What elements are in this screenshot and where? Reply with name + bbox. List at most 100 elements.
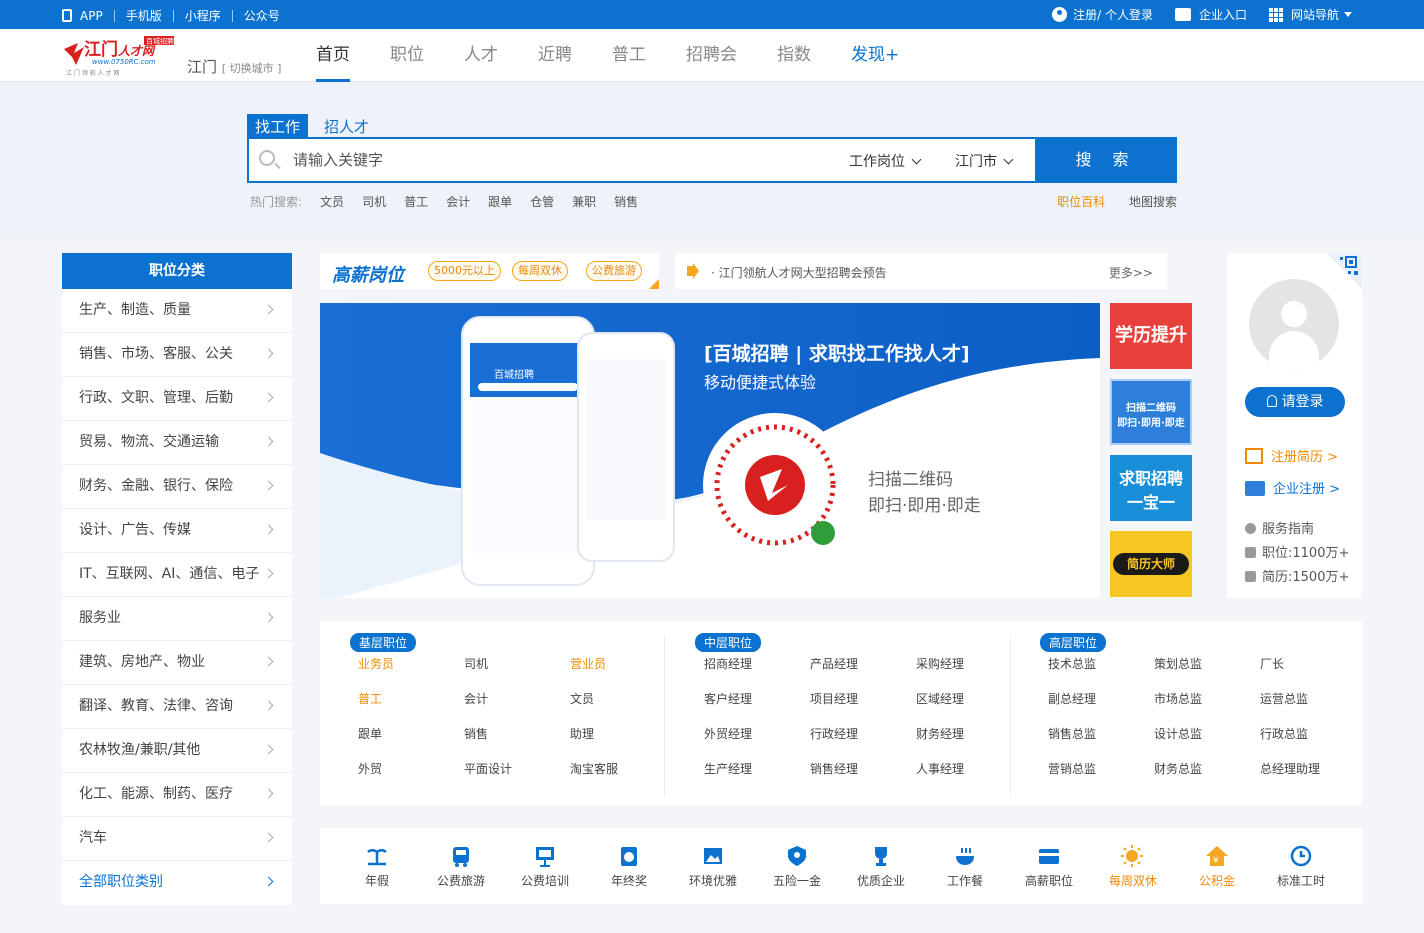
high-salary-logo[interactable]: 高薪岗位 — [332, 261, 404, 287]
job-level-link[interactable]: 行政经理 — [810, 725, 916, 743]
service-guide-link[interactable]: 服务指南 — [1245, 518, 1314, 537]
hot-word[interactable]: 普工 — [404, 193, 428, 210]
job-level-link[interactable]: 财务经理 — [916, 725, 1022, 743]
category-item[interactable]: 行政、文职、管理、后勤 — [62, 377, 292, 421]
nav-recent[interactable]: 近聘 — [518, 29, 592, 82]
job-level-link[interactable]: 设计总监 — [1154, 725, 1260, 743]
benefit-beach[interactable]: 年假 — [335, 844, 419, 889]
job-level-link[interactable]: 平面设计 — [464, 760, 570, 778]
benefit-shield[interactable]: 五险一金 — [755, 844, 839, 889]
category-item[interactable]: 翻译、教育、法律、咨询 — [62, 685, 292, 729]
app-banner[interactable]: 百城招聘 [百城招聘 | 求职找工作找人才] 移动便捷式体验 扫描二维码 即扫·… — [320, 303, 1100, 598]
nav-talents[interactable]: 人才 — [444, 29, 518, 82]
notice-text[interactable]: · 江门领航人才网大型招聘会预告 — [711, 264, 887, 281]
hot-word[interactable]: 跟单 — [488, 193, 512, 210]
job-level-link[interactable]: 项目经理 — [810, 690, 916, 708]
job-level-link[interactable]: 人事经理 — [916, 760, 1022, 778]
benefit-card[interactable]: 高薪职位 — [1007, 844, 1091, 889]
benefit-picture[interactable]: 环境优雅 — [671, 844, 755, 889]
job-treasure-tile[interactable]: 求职招聘 一宝一 — [1110, 455, 1192, 521]
notice-more-link[interactable]: 更多>> — [1109, 264, 1153, 281]
category-item[interactable]: 财务、金融、银行、保险 — [62, 465, 292, 509]
education-tile[interactable]: 学历提升 — [1110, 303, 1192, 369]
job-level-link[interactable]: 外贸 — [358, 760, 464, 778]
category-item[interactable]: 服务业 — [62, 597, 292, 641]
all-categories-link[interactable]: 全部职位类别 — [62, 861, 292, 905]
job-level-link[interactable]: 销售 — [464, 725, 570, 743]
job-level-link[interactable]: 生产经理 — [704, 760, 810, 778]
login-button[interactable]: 请登录 — [1245, 387, 1345, 417]
job-level-link[interactable]: 财务总监 — [1154, 760, 1260, 778]
tab-find-job[interactable]: 找工作 — [247, 114, 309, 139]
city-select[interactable]: 江门市 — [955, 151, 1014, 171]
job-level-link[interactable]: 助理 — [570, 725, 676, 743]
enterprise-entry-link[interactable]: 企业入口 — [1174, 6, 1247, 23]
benefit-clock[interactable]: 标准工时 — [1259, 844, 1343, 889]
job-level-link[interactable]: 营业员 — [570, 655, 676, 673]
benefit-sun[interactable]: 每周双休 — [1091, 844, 1175, 889]
benefit-bonus[interactable]: 年终奖 — [587, 844, 671, 889]
job-wiki-link[interactable]: 职位百科 — [1057, 195, 1105, 209]
hot-word[interactable]: 兼职 — [572, 193, 596, 210]
job-level-link[interactable]: 营销总监 — [1048, 760, 1154, 778]
job-level-link[interactable]: 技术总监 — [1048, 655, 1154, 673]
city-switcher[interactable]: 江门 [ 切换城市 ] — [187, 56, 281, 77]
category-item[interactable]: 设计、广告、传媒 — [62, 509, 292, 553]
job-level-link[interactable]: 司机 — [464, 655, 570, 673]
category-item[interactable]: 销售、市场、客服、公关 — [62, 333, 292, 377]
job-level-link[interactable]: 销售经理 — [810, 760, 916, 778]
register-login-link[interactable]: 注册/ 个人登录 — [1052, 6, 1153, 23]
job-level-link[interactable]: 副总经理 — [1048, 690, 1154, 708]
register-resume-link[interactable]: 注册简历 > — [1245, 446, 1338, 465]
category-item[interactable]: IT、互联网、AI、通信、电子 — [62, 553, 292, 597]
job-level-link[interactable]: 销售总监 — [1048, 725, 1154, 743]
job-level-link[interactable]: 总经理助理 — [1260, 760, 1366, 778]
map-search-link[interactable]: 地图搜索 — [1129, 195, 1177, 209]
weekend-tag[interactable]: 每周双休 — [512, 261, 568, 281]
category-item[interactable]: 农林牧渔/兼职/其他 — [62, 729, 292, 773]
benefit-trophy[interactable]: 优质企业 — [839, 844, 923, 889]
job-level-link[interactable]: 采购经理 — [916, 655, 1022, 673]
category-item[interactable]: 建筑、房地产、物业 — [62, 641, 292, 685]
category-item[interactable]: 生产、制造、质量 — [62, 289, 292, 333]
hot-word[interactable]: 会计 — [446, 193, 470, 210]
resume-master-tile[interactable]: 简历大师 — [1110, 531, 1192, 597]
nav-workers[interactable]: 普工 — [592, 29, 666, 82]
search-input[interactable] — [293, 149, 813, 171]
job-level-link[interactable]: 运营总监 — [1260, 690, 1366, 708]
job-level-link[interactable]: 厂长 — [1260, 655, 1366, 673]
site-nav-dropdown[interactable]: 网站导航 — [1268, 6, 1352, 23]
nav-discover[interactable]: 发现+ — [831, 29, 919, 82]
job-level-link[interactable]: 跟单 — [358, 725, 464, 743]
job-level-link[interactable]: 客户经理 — [704, 690, 810, 708]
category-item[interactable]: 贸易、物流、交通运输 — [62, 421, 292, 465]
hot-word[interactable]: 销售 — [614, 193, 638, 210]
job-level-link[interactable]: 淘宝客服 — [570, 760, 676, 778]
job-level-link[interactable]: 外贸经理 — [704, 725, 810, 743]
job-level-link[interactable]: 业务员 — [358, 655, 464, 673]
job-level-link[interactable]: 会计 — [464, 690, 570, 708]
job-level-link[interactable]: 行政总监 — [1260, 725, 1366, 743]
benefit-training[interactable]: 公费培训 — [503, 844, 587, 889]
job-level-link[interactable]: 文员 — [570, 690, 676, 708]
benefit-bus[interactable]: 公费旅游 — [419, 844, 503, 889]
company-register-link[interactable]: 企业注册 > — [1245, 478, 1340, 497]
job-level-link[interactable]: 策划总监 — [1154, 655, 1260, 673]
qr-corner-icon[interactable] — [1326, 253, 1362, 289]
job-level-link[interactable]: 市场总监 — [1154, 690, 1260, 708]
category-item[interactable]: 汽车 — [62, 817, 292, 861]
hot-word[interactable]: 仓管 — [530, 193, 554, 210]
switch-city-link[interactable]: [ 切换城市 ] — [222, 62, 282, 75]
nav-home[interactable]: 首页 — [296, 29, 370, 82]
topbar-miniprogram-link[interactable]: 小程序 — [185, 7, 221, 24]
nav-job-fair[interactable]: 招聘会 — [666, 29, 757, 82]
job-level-link[interactable]: 普工 — [358, 690, 464, 708]
category-item[interactable]: 化工、能源、制药、医疗 — [62, 773, 292, 817]
job-level-link[interactable]: 区域经理 — [916, 690, 1022, 708]
search-button[interactable]: 搜 索 — [1035, 137, 1177, 183]
qr-tile[interactable]: 扫描二维码 即扫·即用·即走 — [1110, 379, 1192, 445]
salary-tag[interactable]: 5000元以上 — [428, 261, 501, 281]
topbar-official-account-link[interactable]: 公众号 — [244, 7, 280, 24]
job-level-link[interactable]: 招商经理 — [704, 655, 810, 673]
topbar-app-link[interactable]: APP — [80, 9, 103, 23]
